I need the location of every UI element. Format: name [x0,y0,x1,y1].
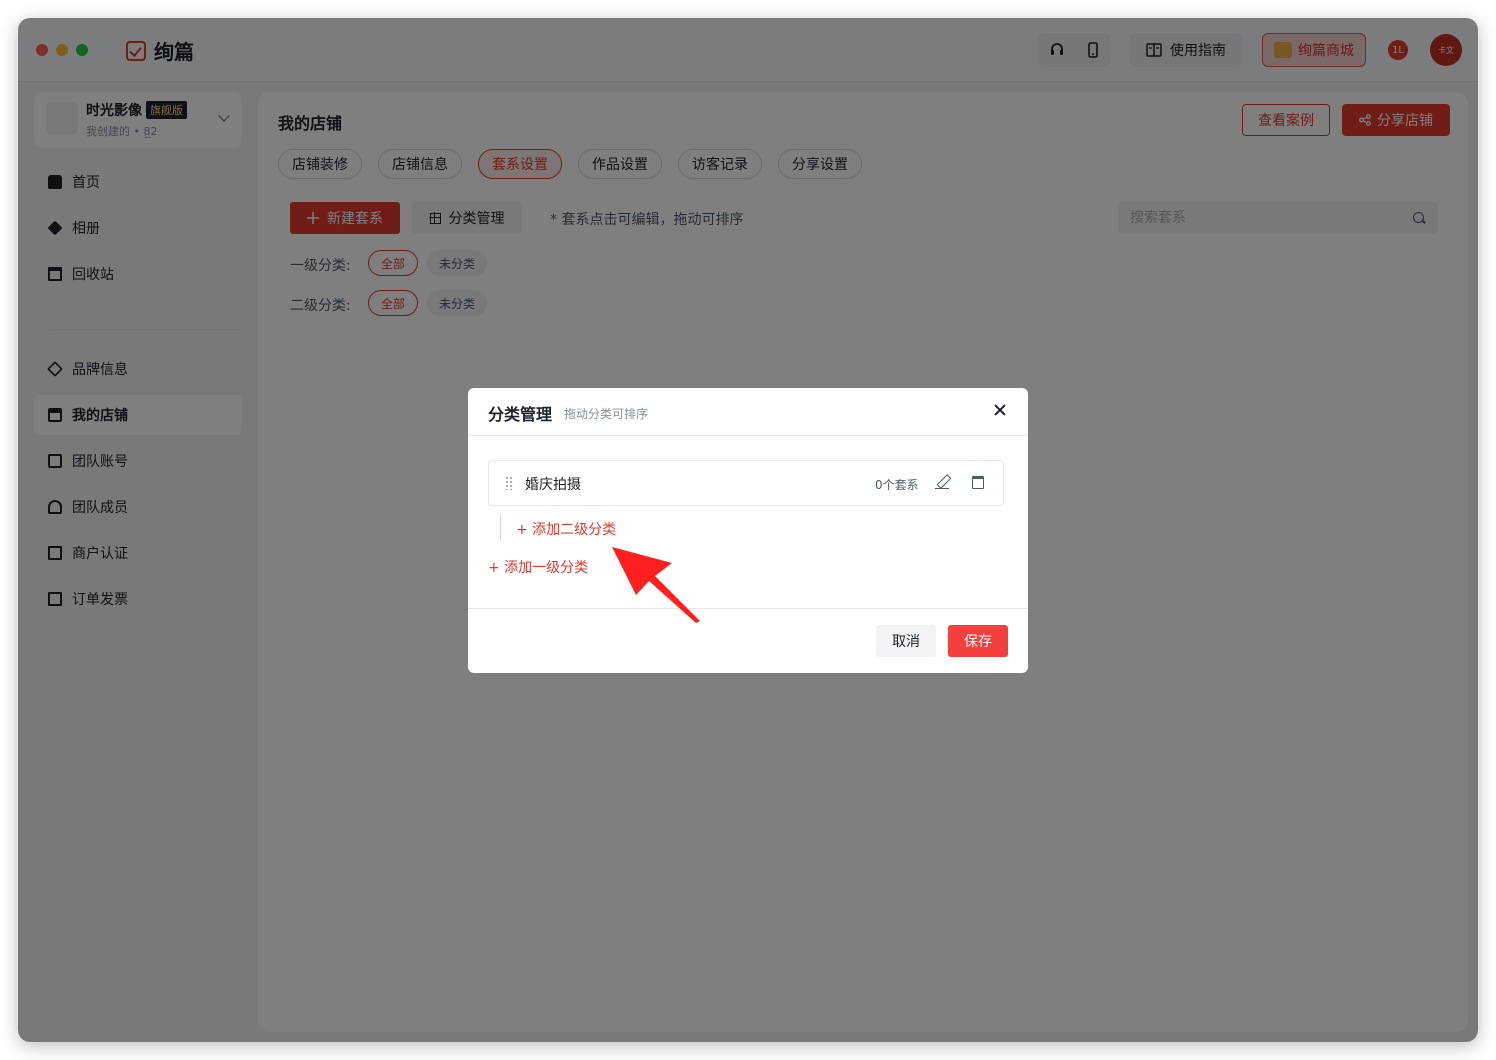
drag-handle-icon[interactable] [505,476,513,490]
dialog-footer: 取消 保存 [468,608,1028,673]
category-count: 0个套系 [875,478,919,492]
cancel-button[interactable]: 取消 [876,625,936,657]
add-top-category-link[interactable]: + 添加一级分类 [488,557,588,577]
subcategory-guide-line [500,514,501,540]
category-name: 婚庆拍摄 [525,477,581,493]
dialog-header: 分类管理 拖动分类可排序 [468,388,1028,436]
delete-icon[interactable] [972,476,984,489]
category-manage-dialog: 分类管理 拖动分类可排序 婚庆拍摄 0个套系 + 添加二级分类 + 添加一级分类… [468,388,1028,673]
add-subcategory-link[interactable]: + 添加二级分类 [516,519,616,539]
close-icon[interactable] [992,402,1008,418]
app-window: 绚篇 使用指南 绚篇商城 1L 卡文 时光影像 旗舰版 我创建的 • 8̲2 [18,18,1478,1042]
category-row[interactable]: 婚庆拍摄 0个套系 [488,460,1004,506]
dialog-title: 分类管理 [488,405,553,424]
annotation-arrow-icon [612,547,700,623]
save-button[interactable]: 保存 [948,625,1008,657]
edit-icon[interactable] [935,475,949,489]
dialog-subtitle: 拖动分类可排序 [564,407,649,421]
